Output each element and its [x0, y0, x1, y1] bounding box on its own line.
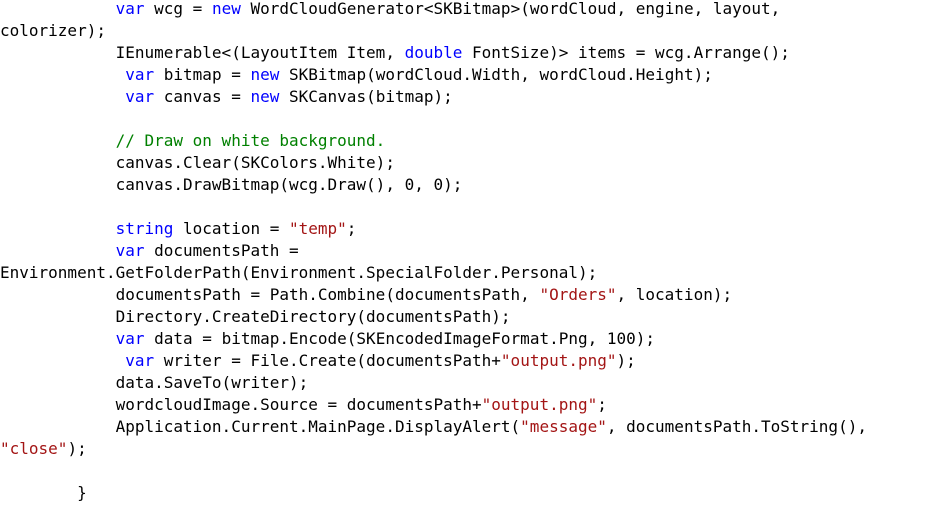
code-text-token: , documentsPath.ToString(), — [606, 417, 867, 436]
code-line[interactable]: } — [0, 482, 87, 504]
code-text-token: canvas.Clear(SKColors.White); — [115, 153, 395, 172]
code-text-token: colorizer); — [0, 21, 106, 40]
string-literal-token: "Orders" — [539, 285, 617, 304]
code-text-token: writer = File.Create(documentsPath+ — [154, 351, 501, 370]
code-line[interactable]: colorizer); — [0, 20, 106, 42]
code-text-token: canvas.DrawBitmap(wcg.Draw(), 0, 0); — [115, 175, 463, 194]
code-text-token: Directory.CreateDirectory(documentsPath)… — [115, 307, 511, 326]
code-line[interactable]: documentsPath = Path.Combine(documentsPa… — [0, 284, 733, 306]
code-text-token: data.SaveTo(writer); — [115, 373, 309, 392]
code-text-token: } — [77, 483, 87, 502]
string-literal-token: "output.png" — [481, 395, 598, 414]
keyword-token: string — [115, 219, 174, 238]
keyword-token: var — [125, 87, 155, 106]
keyword-token: var — [125, 351, 155, 370]
code-line[interactable]: var data = bitmap.Encode(SKEncodedImageF… — [0, 328, 655, 350]
keyword-token: var — [115, 0, 145, 18]
code-text-token: wordcloudImage.Source = documentsPath+ — [115, 395, 482, 414]
code-text-token: FontSize)> items = wcg.Arrange(); — [462, 43, 790, 62]
code-line[interactable]: canvas.Clear(SKColors.White); — [0, 152, 395, 174]
code-line[interactable]: IEnumerable<(LayoutItem Item, double Fon… — [0, 42, 790, 64]
code-text-token: SKBitmap(wordCloud.Width, wordCloud.Heig… — [279, 65, 713, 84]
string-literal-token: "message" — [520, 417, 607, 436]
code-line[interactable]: string location = "temp"; — [0, 218, 357, 240]
code-text-token: Application.Current.MainPage.DisplayAler… — [115, 417, 521, 436]
keyword-token: new — [211, 0, 241, 18]
code-text-token: WordCloudGenerator<SKBitmap>(wordCloud, … — [240, 0, 781, 18]
code-text-token: Environment.GetFolderPath(Environment.Sp… — [0, 263, 598, 282]
code-text-token: SKCanvas(bitmap); — [279, 87, 453, 106]
code-text-token: location = — [173, 219, 289, 238]
code-line[interactable]: var wcg = new WordCloudGenerator<SKBitma… — [0, 0, 781, 20]
code-text-token: documentsPath = — [144, 241, 299, 260]
keyword-token: double — [404, 43, 463, 62]
code-text-token: ; — [346, 219, 357, 238]
code-line[interactable]: var documentsPath = — [0, 240, 299, 262]
code-line[interactable]: "close"); — [0, 438, 87, 460]
code-text-token: bitmap = — [154, 65, 251, 84]
comment-token: // Draw on white background. — [115, 131, 386, 150]
code-editor-view[interactable]: var wcg = new WordCloudGenerator<SKBitma… — [0, 0, 949, 511]
string-literal-token: "temp" — [288, 219, 347, 238]
code-line[interactable]: var writer = File.Create(documentsPath+"… — [0, 350, 636, 372]
code-line[interactable]: canvas.DrawBitmap(wcg.Draw(), 0, 0); — [0, 174, 463, 196]
keyword-token: var — [125, 65, 155, 84]
code-line[interactable]: Directory.CreateDirectory(documentsPath)… — [0, 306, 511, 328]
code-line[interactable]: var canvas = new SKCanvas(bitmap); — [0, 86, 453, 108]
code-text-token: wcg = — [144, 0, 212, 18]
keyword-token: new — [250, 87, 280, 106]
code-text-token: ); — [616, 351, 636, 370]
code-line[interactable]: // Draw on white background. — [0, 130, 386, 152]
string-literal-token: "output.png" — [500, 351, 617, 370]
code-text-token: data = bitmap.Encode(SKEncodedImageForma… — [144, 329, 656, 348]
string-literal-token: "close" — [0, 439, 68, 458]
code-text-token: , location); — [616, 285, 733, 304]
keyword-token: var — [115, 329, 145, 348]
code-text-token: canvas = — [154, 87, 251, 106]
code-line[interactable]: Environment.GetFolderPath(Environment.Sp… — [0, 262, 597, 284]
code-text-token: ; — [597, 395, 607, 414]
code-text-token: IEnumerable<(LayoutItem Item, — [115, 43, 405, 62]
code-line[interactable]: var bitmap = new SKBitmap(wordCloud.Widt… — [0, 64, 713, 86]
code-text-token: ); — [67, 439, 87, 458]
code-line[interactable]: Application.Current.MainPage.DisplayAler… — [0, 416, 867, 438]
keyword-token: var — [115, 241, 145, 260]
code-line[interactable]: wordcloudImage.Source = documentsPath+"o… — [0, 394, 607, 416]
code-line[interactable]: data.SaveTo(writer); — [0, 372, 309, 394]
code-text-token: documentsPath = Path.Combine(documentsPa… — [115, 285, 540, 304]
keyword-token: new — [250, 65, 280, 84]
